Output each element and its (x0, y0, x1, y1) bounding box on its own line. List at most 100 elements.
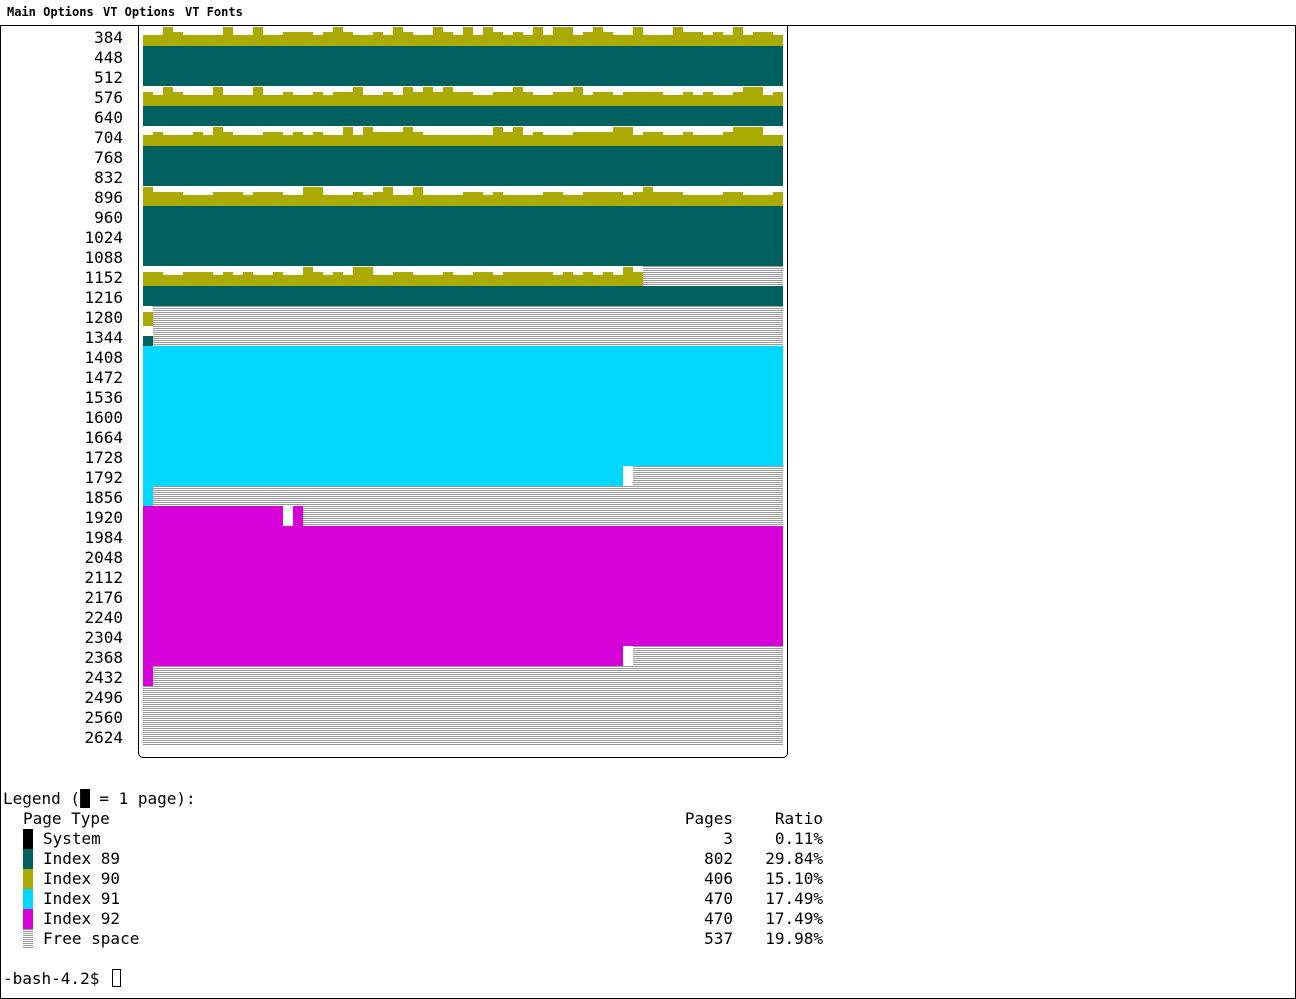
free-space-cells (143, 706, 783, 726)
index-90-cells (383, 187, 393, 206)
row-label: 704 (94, 128, 123, 147)
index-90-cells (363, 95, 373, 106)
index-90-cells (473, 35, 483, 46)
index-90-cells (213, 192, 223, 206)
free-space-cells (633, 466, 783, 486)
index-90-cells (143, 35, 153, 46)
index-90-cells (343, 127, 353, 146)
row-label: 1088 (84, 248, 123, 267)
menu-main-options[interactable]: Main Options (7, 5, 94, 20)
index-90-cells (343, 92, 353, 106)
index-90-cells (603, 192, 613, 206)
index-90-cells (483, 95, 493, 106)
index-90-cells (223, 132, 233, 146)
index-91-swatch (23, 889, 33, 909)
index-90-cells (143, 92, 153, 106)
index-90-cells (233, 135, 243, 146)
index-90-cells (213, 275, 223, 286)
index-90-cells (653, 35, 663, 46)
row-label: 384 (94, 28, 123, 47)
menu-vt-fonts[interactable]: VT Fonts (185, 5, 243, 20)
index-90-cells (443, 272, 453, 286)
row-label: 1216 (84, 288, 123, 307)
index-90-cells (163, 275, 173, 286)
index-90-cells (283, 92, 293, 106)
index-90-cells (513, 272, 523, 286)
index-90-cells (363, 267, 373, 286)
free-space-cells (143, 726, 783, 746)
index-90-cells (333, 92, 343, 106)
menu-bar: Main Options VT Options VT Fonts (0, 0, 1296, 25)
index-90-cells (243, 35, 253, 46)
index-90-cells (703, 195, 713, 206)
index-90-cells (533, 95, 543, 106)
index-92-swatch (23, 909, 33, 929)
index-90-cells (513, 32, 523, 46)
row-label: 1792 (84, 468, 123, 487)
index-90-cells (273, 95, 283, 106)
terminal-window[interactable]: 384 448 512 576 640 704 768 832 896 960 1024 1088 11… (0, 25, 1296, 999)
index-90-cells (493, 92, 503, 106)
index-90-cells (173, 32, 183, 46)
index-90-cells (623, 35, 633, 46)
index-90-cells (663, 95, 673, 106)
index-90-cells (623, 267, 633, 286)
index-90-cells (193, 95, 203, 106)
index-90-cells (563, 272, 573, 286)
index-90-cells (583, 132, 593, 146)
row-label: 1728 (84, 448, 123, 467)
index-90-cells (193, 35, 203, 46)
legend-type: Index 92 (43, 909, 121, 928)
index-90-cells (473, 95, 483, 106)
index-90-cells (663, 35, 673, 46)
row-label: 2368 (84, 648, 123, 667)
index-91-cells (143, 346, 783, 366)
legend-title: Legend (█ = 1 page): (3, 789, 196, 808)
index-90-cells (753, 32, 763, 46)
index-90-cells (753, 127, 763, 146)
index-90-cells (183, 95, 193, 106)
free-space-cells (303, 506, 783, 526)
index-90-cells (253, 192, 263, 206)
index-91-cells (143, 366, 783, 386)
index-90-cells (553, 192, 563, 206)
index-90-cells (553, 92, 563, 106)
index-90-cells (143, 135, 153, 146)
index-90-cells (573, 87, 583, 106)
index-90-cells (213, 87, 223, 106)
index-90-cells (223, 192, 233, 206)
index-90-cells (253, 87, 263, 106)
index-90-cells (703, 35, 713, 46)
index-90-cells (723, 95, 733, 106)
menu-vt-options[interactable]: VT Options (103, 5, 175, 20)
index-90-cells (643, 92, 653, 106)
index-90-cells (493, 32, 503, 46)
index-90-cells (433, 135, 443, 146)
row-label: 576 (94, 88, 123, 107)
index-90-cells (553, 135, 563, 146)
index-90-cells (633, 192, 643, 206)
index-90-cells (333, 195, 343, 206)
index-90-cells (573, 35, 583, 46)
index-90-cells (643, 187, 653, 206)
row-label: 896 (94, 188, 123, 207)
index-90-cells (353, 35, 363, 46)
index-90-cells (563, 92, 573, 106)
index-90-cells (693, 195, 703, 206)
index-90-cells (443, 32, 453, 46)
index-90-cells (693, 32, 703, 46)
legend-type: Free space (43, 929, 140, 948)
index-90-cells (463, 27, 473, 46)
index-90-cells (203, 35, 213, 46)
index-90-cells (203, 95, 213, 106)
index-90-cells (283, 135, 293, 146)
index-90-cells (493, 192, 503, 206)
index-90-cells (333, 272, 343, 286)
shell-prompt: -bash-4.2$ (3, 969, 109, 988)
index-90-cells (483, 195, 493, 206)
index-90-cells (683, 132, 693, 146)
index-90-cells (323, 95, 333, 106)
free-space-cells (153, 306, 783, 326)
text-cursor[interactable] (112, 969, 121, 987)
index-90-cells (293, 275, 303, 286)
